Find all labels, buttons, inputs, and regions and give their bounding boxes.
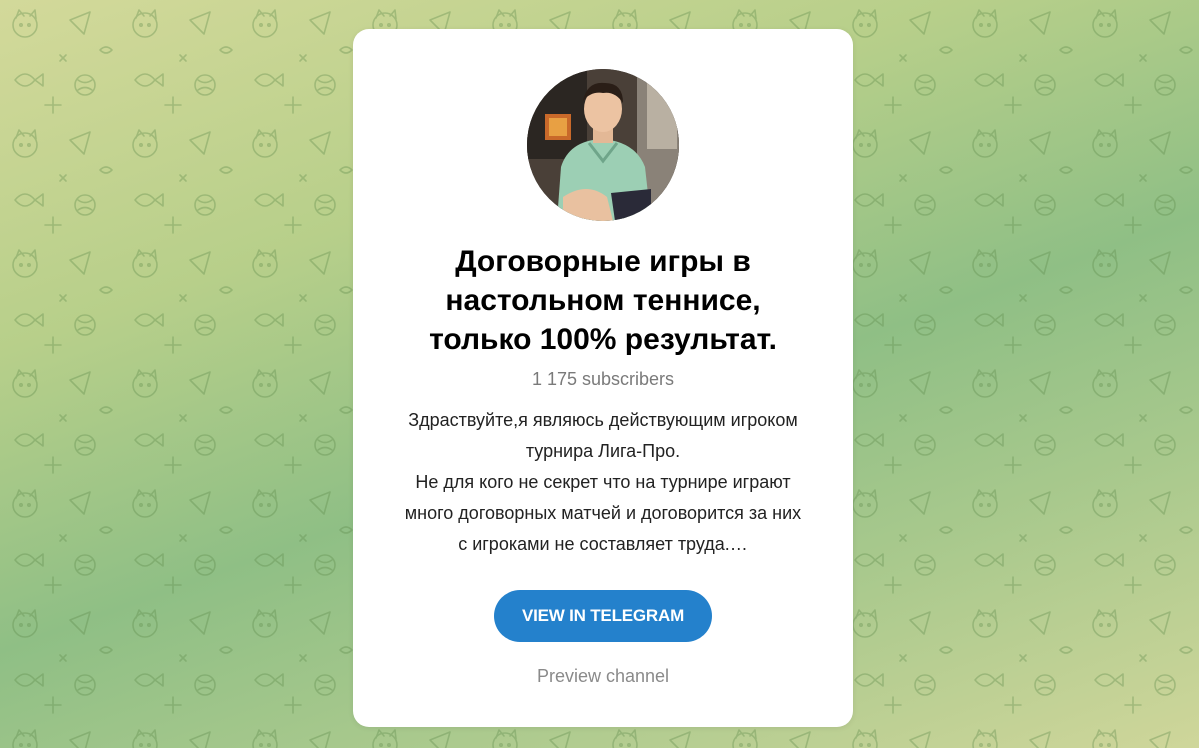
channel-description: Здраствуйте,я являюсь действующим игроко… xyxy=(404,410,802,554)
subscriber-count: 1 175 subscribers xyxy=(531,369,675,389)
channel-title: Договорные игры в настольном теннисе, то… xyxy=(429,245,777,356)
avatar-photo-icon xyxy=(527,69,679,221)
view-in-telegram-button[interactable]: VIEW IN TELEGRAM xyxy=(494,590,712,642)
channel-card: Договорные игры в настольном теннисе, то… xyxy=(353,29,853,727)
preview-channel-link[interactable]: Preview channel xyxy=(353,666,853,687)
channel-avatar xyxy=(527,69,679,221)
